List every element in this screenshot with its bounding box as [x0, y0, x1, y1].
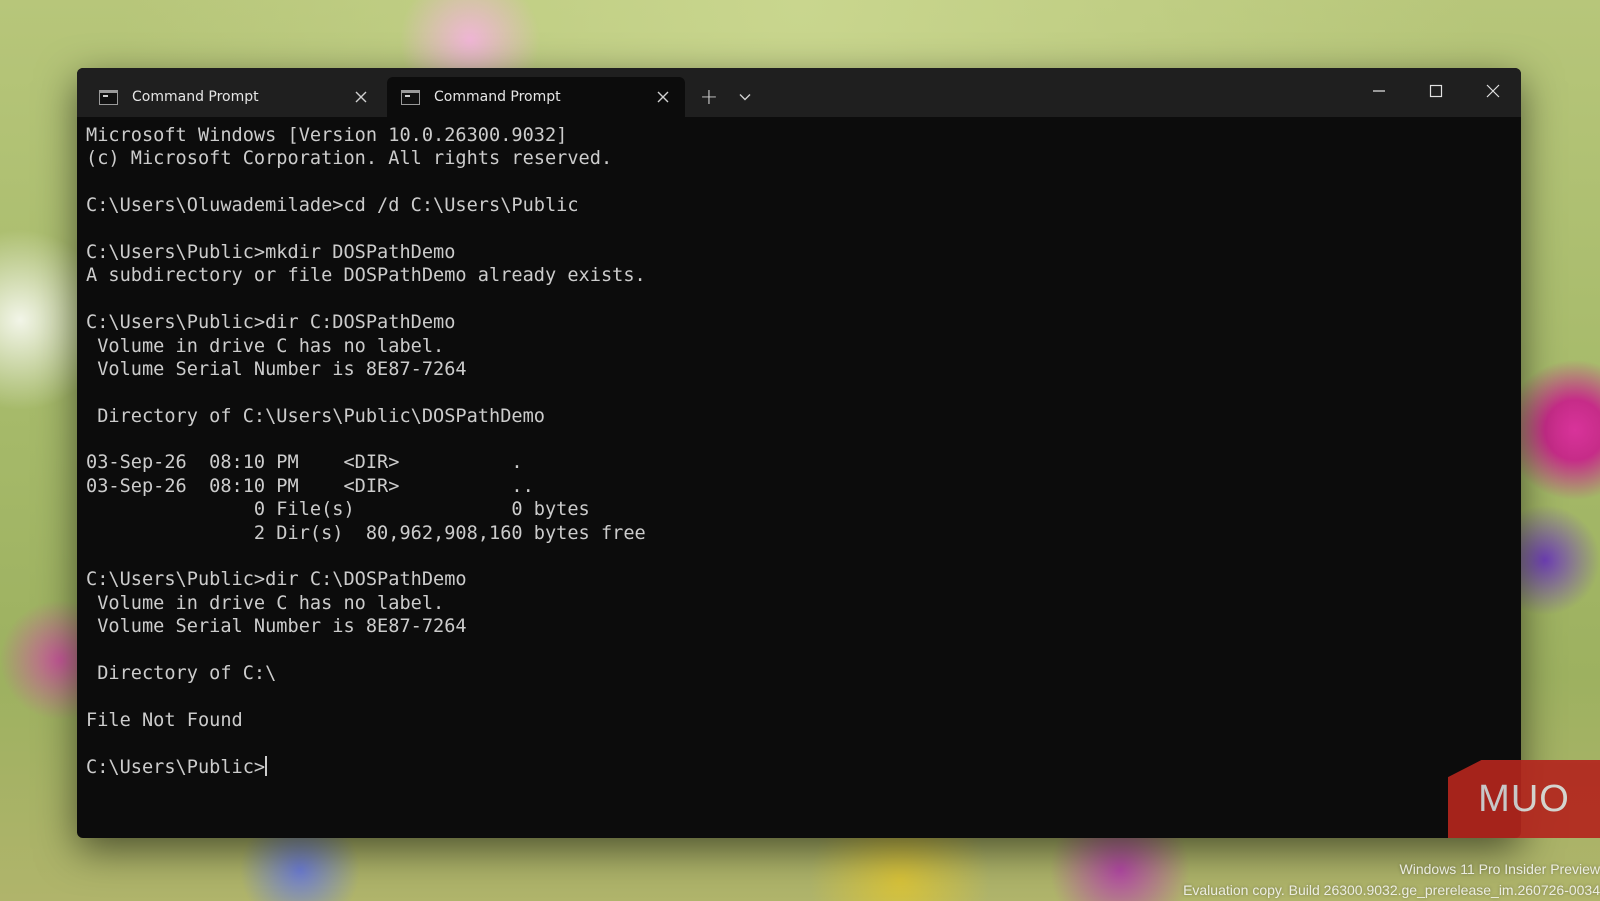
maximize-button[interactable]: [1407, 68, 1464, 114]
terminal-line: C:\Users\Public>dir C:DOSPathDemo: [86, 312, 456, 334]
close-icon: [355, 91, 367, 103]
tab-title: Command Prompt: [434, 89, 561, 105]
terminal-output[interactable]: Microsoft Windows [Version 10.0.26300.90…: [77, 117, 1521, 838]
cmd-icon: [401, 89, 420, 105]
maximize-icon: [1429, 84, 1442, 98]
window-controls: [1350, 68, 1521, 114]
muo-logo: MUO: [1448, 760, 1600, 838]
close-icon: [1486, 84, 1499, 98]
cmd-icon: [99, 89, 118, 105]
tab-title: Command Prompt: [132, 89, 259, 105]
prompt-line[interactable]: C:\Users\Public>: [86, 755, 1521, 779]
chevron-down-icon: [739, 94, 751, 101]
minimize-button[interactable]: [1350, 68, 1407, 114]
terminal-line: Microsoft Windows [Version 10.0.26300.90…: [86, 125, 568, 146]
terminal-line: C:\Users\Public>mkdir DOSPathDemo: [86, 241, 456, 263]
tab-command-prompt-2[interactable]: Command Prompt: [387, 77, 685, 117]
terminal-line: Directory of C:\Users\Public\DOSPathDemo: [86, 405, 545, 427]
os-watermark: Windows 11 Pro Insider Preview Evaluatio…: [1183, 859, 1600, 901]
terminal-line: 03-Sep-26 08:10 PM <DIR> .: [86, 452, 523, 474]
close-icon: [657, 91, 669, 103]
os-watermark-line2: Evaluation copy. Build 26300.9032.ge_pre…: [1183, 882, 1600, 898]
terminal-line: 2 Dir(s) 80,962,908,160 bytes free: [86, 522, 646, 544]
title-bar[interactable]: Command Prompt Command Prompt +: [77, 68, 1521, 117]
close-tab-button[interactable]: [349, 85, 373, 109]
terminal-line: A subdirectory or file DOSPathDemo alrea…: [86, 265, 646, 287]
terminal-line: Directory of C:\: [86, 662, 277, 684]
terminal-line: C:\Users\Oluwademilade>cd /d C:\Users\Pu…: [86, 195, 579, 217]
terminal-line: C:\Users\Public>dir C:\DOSPathDemo: [86, 569, 467, 591]
terminal-window: Command Prompt Command Prompt + Microsof…: [77, 68, 1521, 838]
terminal-line: 03-Sep-26 08:10 PM <DIR> ..: [86, 475, 534, 497]
terminal-line: Volume in drive C has no label.: [86, 592, 445, 614]
terminal-line: (c) Microsoft Corporation. All rights re…: [86, 148, 613, 170]
os-watermark-line1: Windows 11 Pro Insider Preview: [1399, 861, 1600, 877]
minimize-icon: [1372, 90, 1385, 92]
new-tab-button[interactable]: +: [691, 77, 727, 117]
terminal-line: 0 File(s) 0 bytes: [86, 499, 590, 521]
logo-text: MUO: [1478, 777, 1570, 820]
tab-command-prompt-1[interactable]: Command Prompt: [85, 77, 383, 117]
terminal-line: Volume Serial Number is 8E87-7264: [86, 358, 467, 380]
terminal-line: Volume Serial Number is 8E87-7264: [86, 616, 467, 638]
tab-dropdown-button[interactable]: [727, 77, 763, 117]
close-window-button[interactable]: [1464, 68, 1521, 114]
plus-icon: +: [699, 84, 719, 110]
terminal-line: Volume in drive C has no label.: [86, 335, 445, 357]
terminal-line: File Not Found: [86, 709, 243, 731]
prompt-text: C:\Users\Public>: [86, 756, 266, 778]
text-cursor: [265, 755, 268, 776]
close-tab-button[interactable]: [651, 85, 675, 109]
